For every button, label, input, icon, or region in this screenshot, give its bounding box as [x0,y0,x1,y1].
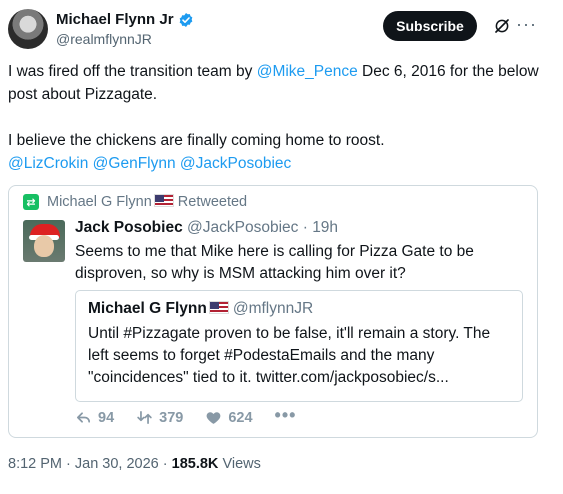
author-display-name[interactable]: Michael Flynn Jr [56,11,174,28]
inner-like-action: 624 [205,409,253,426]
post-date[interactable]: Jan 30, 2026 [75,456,159,472]
inner-more-icon: ••• [274,405,297,425]
author-name-row: Michael Flynn Jr [56,11,194,28]
like-count: 624 [228,409,253,426]
quote-text: Until #Pizzagate proven to be false, it'… [88,325,491,386]
verified-badge-icon [179,12,192,27]
subscribe-button[interactable]: Subscribe [383,11,477,41]
embedded-screenshot[interactable]: ⇄ Michael G Flynn Retweeted Jack Posobie… [8,185,538,438]
inner-tweet-text: Seems to me that Mike here is calling fo… [75,243,474,282]
retweeted-by-row: ⇄ Michael G Flynn Retweeted [23,194,247,210]
tweet-mentions: @LizCrokin @GenFlynn @JackPosobiec [8,152,548,175]
retweet-icon: ⇄ [23,194,39,210]
retweeted-label: Retweeted [177,194,248,210]
retweet-count: 379 [159,409,184,426]
inner-author-handle: @JackPosobiec [187,219,299,236]
tweet-header: Michael Flynn Jr @realmflynnJR Subscribe… [8,9,553,53]
quote-author-row: Michael G Flynn @mflynnJR [88,300,313,318]
retweet-icon [137,410,152,425]
heart-icon [206,412,221,424]
posobiec-avatar [23,220,65,262]
us-flag-icon [153,194,174,207]
author-avatar[interactable] [8,9,48,49]
tweet-line-1: I was fired off the transition team by @… [8,60,548,106]
author-handle[interactable]: @realmflynnJR [56,31,152,47]
inner-time-ago: 19h [312,219,339,236]
tweet-text: I was fired off the transition team by @… [8,60,548,175]
retweeted-by-name: Michael G Flynn [47,194,152,210]
reply-icon [76,412,91,423]
grok-icon[interactable] [493,17,511,35]
views-count: 185.8K [171,456,219,472]
tweet-line-1-prefix: I was fired off the transition team by [8,63,257,80]
mention-genflynn[interactable]: @GenFlynn [93,155,176,172]
quote-author-handle: @mflynnJR [232,300,314,317]
inner-author-name: Jack Posobiec [75,219,183,236]
inner-retweet-action: 379 [136,409,183,426]
mention-mike-pence[interactable]: @Mike_Pence [257,63,358,80]
tweet-metadata: 8:12 PM · Jan 30, 2026 · 185.8K Views [8,456,261,472]
mention-jackposobiec[interactable]: @JackPosobiec [180,155,291,172]
post-time[interactable]: 8:12 PM [8,456,62,472]
tweet-line-2: I believe the chickens are finally comin… [8,132,385,149]
reply-count: 94 [98,409,115,426]
us-flag-icon [208,301,229,314]
inner-author-row: Jack Posobiec @JackPosobiec · 19h [75,219,339,236]
quoted-tweet: Michael G Flynn @mflynnJR Until #Pizzagat… [75,290,523,402]
views-label: Views [222,456,261,472]
inner-reply-action: 94 [75,409,114,426]
inner-actions-row: 94 379 624 ••• [75,405,296,426]
quote-author-name: Michael G Flynn [88,300,207,317]
mention-lizcrokin[interactable]: @LizCrokin [8,155,88,172]
more-options-icon[interactable]: ··· [516,15,537,33]
